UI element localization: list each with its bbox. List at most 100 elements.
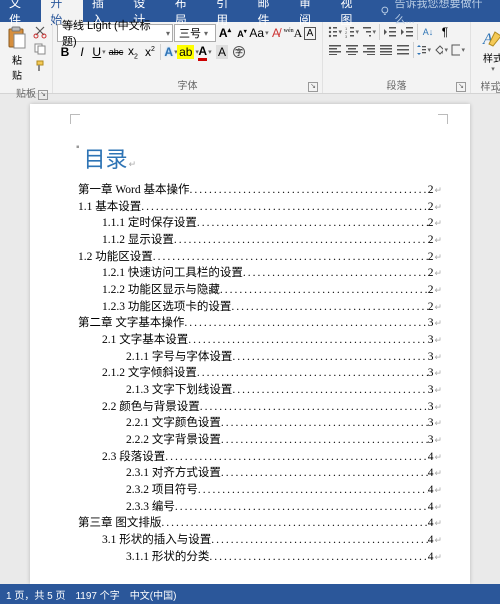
- underline-button[interactable]: U▾: [91, 44, 107, 60]
- toc-entry[interactable]: 2.3.3 编号................................…: [78, 499, 442, 516]
- toc-entry[interactable]: 1.2.1 快速访问工具栏的设置........................…: [78, 265, 442, 282]
- toc-entry[interactable]: 1.1 基本设置................................…: [78, 199, 442, 216]
- align-center-button[interactable]: [344, 42, 360, 58]
- align-right-button[interactable]: [361, 42, 377, 58]
- shrink-font-button[interactable]: A▾: [234, 25, 250, 41]
- italic-button[interactable]: I: [74, 44, 90, 60]
- sort-icon: A↓: [423, 27, 434, 37]
- toc-entry[interactable]: 1.2.2 功能区显示与隐藏..........................…: [78, 282, 442, 299]
- toc-entry[interactable]: 3.1.1 形状的分类.............................…: [78, 549, 442, 566]
- enclose-char-button[interactable]: 字: [231, 44, 247, 60]
- toc-leader: ........................................…: [188, 332, 427, 349]
- sup-icon: x2: [145, 45, 155, 59]
- align-left-button[interactable]: [327, 42, 343, 58]
- paste-button[interactable]: 粘贴: [4, 24, 30, 84]
- toc-entry[interactable]: 2.1.3 文字下划线设置...........................…: [78, 382, 442, 399]
- superscript-button[interactable]: x2: [142, 44, 158, 60]
- bullets-button[interactable]: ▾: [327, 24, 343, 40]
- toc-entry[interactable]: 1.1.2 显示设置..............................…: [78, 232, 442, 249]
- shading-button[interactable]: ▾: [433, 42, 449, 58]
- toc-text: 1.2.1 快速访问工具栏的设置: [102, 265, 243, 282]
- toc-entry[interactable]: 第一章 Word 基本操作...........................…: [78, 182, 442, 199]
- increase-indent-button[interactable]: [399, 24, 415, 40]
- font-color-button[interactable]: A▾: [197, 44, 213, 60]
- border-icon: [451, 44, 460, 56]
- bucket-icon: [434, 44, 443, 56]
- tab-view[interactable]: 视图: [331, 0, 372, 22]
- toc-entry[interactable]: 2.1 文字基本设置..............................…: [78, 332, 442, 349]
- paragraph-launcher[interactable]: ↘: [456, 82, 466, 92]
- decrease-indent-button[interactable]: [382, 24, 398, 40]
- copy-button[interactable]: [32, 41, 48, 57]
- char-border-icon: A: [304, 27, 317, 40]
- toc-page: 4↵: [428, 465, 442, 482]
- divider: [413, 42, 414, 58]
- change-case-button[interactable]: Aa▾: [251, 25, 267, 41]
- toc-entry[interactable]: 2.2 颜色与背景设置.............................…: [78, 399, 442, 416]
- status-page[interactable]: 1 页，共 5 页: [6, 587, 65, 602]
- tab-layout[interactable]: 布局: [166, 0, 207, 22]
- font-name-combo[interactable]: 等线 Light (中文标题)▾: [57, 24, 173, 42]
- toc-leader: ........................................…: [184, 315, 427, 332]
- align-center-icon: [346, 45, 358, 55]
- toc-entry[interactable]: 1.1.1 定时保存设置............................…: [78, 215, 442, 232]
- bold-button[interactable]: B: [57, 44, 73, 60]
- tab-review[interactable]: 审阅: [290, 0, 331, 22]
- status-words[interactable]: 1197 个字: [75, 587, 119, 602]
- clipboard-launcher[interactable]: ↘: [38, 90, 48, 100]
- line-spacing-button[interactable]: ▾: [416, 42, 432, 58]
- toc-entry[interactable]: 2.3.2 项目符号..............................…: [78, 482, 442, 499]
- char-shading-button[interactable]: A: [214, 44, 230, 60]
- font-launcher[interactable]: ↘: [308, 82, 318, 92]
- toc-entry[interactable]: 2.2.1 文字颜色设置............................…: [78, 415, 442, 432]
- toc-entry[interactable]: 第三章 图文排版................................…: [78, 515, 442, 532]
- toc-entry[interactable]: 1.2 功能区设置...............................…: [78, 249, 442, 266]
- tell-me[interactable]: 告诉我您想要做什么...: [379, 0, 500, 22]
- toc-entry[interactable]: 2.1.2 文字倾斜设置............................…: [78, 365, 442, 382]
- toc-page: 2↵: [428, 249, 442, 266]
- toc-entry[interactable]: 第二章 文字基本操作..............................…: [78, 315, 442, 332]
- toc-page: 2↵: [428, 232, 442, 249]
- styles-launcher[interactable]: ↘: [496, 83, 500, 93]
- toc-leader: ........................................…: [220, 282, 428, 299]
- sort-button[interactable]: A↓: [420, 24, 436, 40]
- multilevel-button[interactable]: ▾: [361, 24, 377, 40]
- toc-entry[interactable]: 1.2.3 功能区选项卡的设置.........................…: [78, 299, 442, 316]
- phonetic-guide-button[interactable]: wénA: [285, 25, 301, 41]
- clear-format-button[interactable]: A̸: [268, 25, 284, 41]
- status-lang[interactable]: 中文(中国): [130, 587, 177, 602]
- case-icon: Aa: [249, 26, 264, 40]
- toc-leader: ........................................…: [221, 432, 428, 449]
- toc-entry[interactable]: 3.1 形状的插入与设置............................…: [78, 532, 442, 549]
- tab-mailings[interactable]: 邮件: [249, 0, 290, 22]
- page[interactable]: ▪目录↵ 第一章 Word 基本操作......................…: [30, 104, 470, 584]
- toc-entry[interactable]: 2.1.1 字号与字体设置...........................…: [78, 349, 442, 366]
- numbering-button[interactable]: 123▾: [344, 24, 360, 40]
- styles-button[interactable]: A 样式 ▾: [475, 24, 500, 77]
- toc-page: 2↵: [428, 182, 442, 199]
- toc-page: 3↵: [428, 415, 442, 432]
- tab-references[interactable]: 引用: [207, 0, 248, 22]
- clear-icon: A̸: [272, 26, 280, 40]
- distributed-button[interactable]: [395, 42, 411, 58]
- styles-label: 样式: [483, 50, 500, 65]
- borders-button[interactable]: ▾: [450, 42, 466, 58]
- format-painter-button[interactable]: [32, 58, 48, 74]
- subscript-button[interactable]: x2: [125, 44, 141, 60]
- clipboard-group-label: 贴板: [16, 89, 36, 100]
- toc-entry[interactable]: 2.3 段落设置................................…: [78, 449, 442, 466]
- tab-file[interactable]: 文件: [0, 0, 41, 22]
- strike-button[interactable]: abc: [108, 44, 124, 60]
- highlight-button[interactable]: ab▾: [180, 44, 196, 60]
- font-size-combo[interactable]: 三号▾: [174, 24, 216, 42]
- toc-entry[interactable]: 2.2.2 文字背景设置............................…: [78, 432, 442, 449]
- chevron-down-icon: ▾: [491, 65, 495, 73]
- show-marks-button[interactable]: ¶: [437, 24, 453, 40]
- char-border-button[interactable]: A: [302, 25, 318, 41]
- cut-button[interactable]: [32, 24, 48, 40]
- toc-entry[interactable]: 2.3.1 对齐方式设置............................…: [78, 465, 442, 482]
- strike-icon: abc: [109, 47, 124, 57]
- toc-page: 4↵: [428, 482, 442, 499]
- grow-font-button[interactable]: A▴: [217, 25, 233, 41]
- justify-button[interactable]: [378, 42, 394, 58]
